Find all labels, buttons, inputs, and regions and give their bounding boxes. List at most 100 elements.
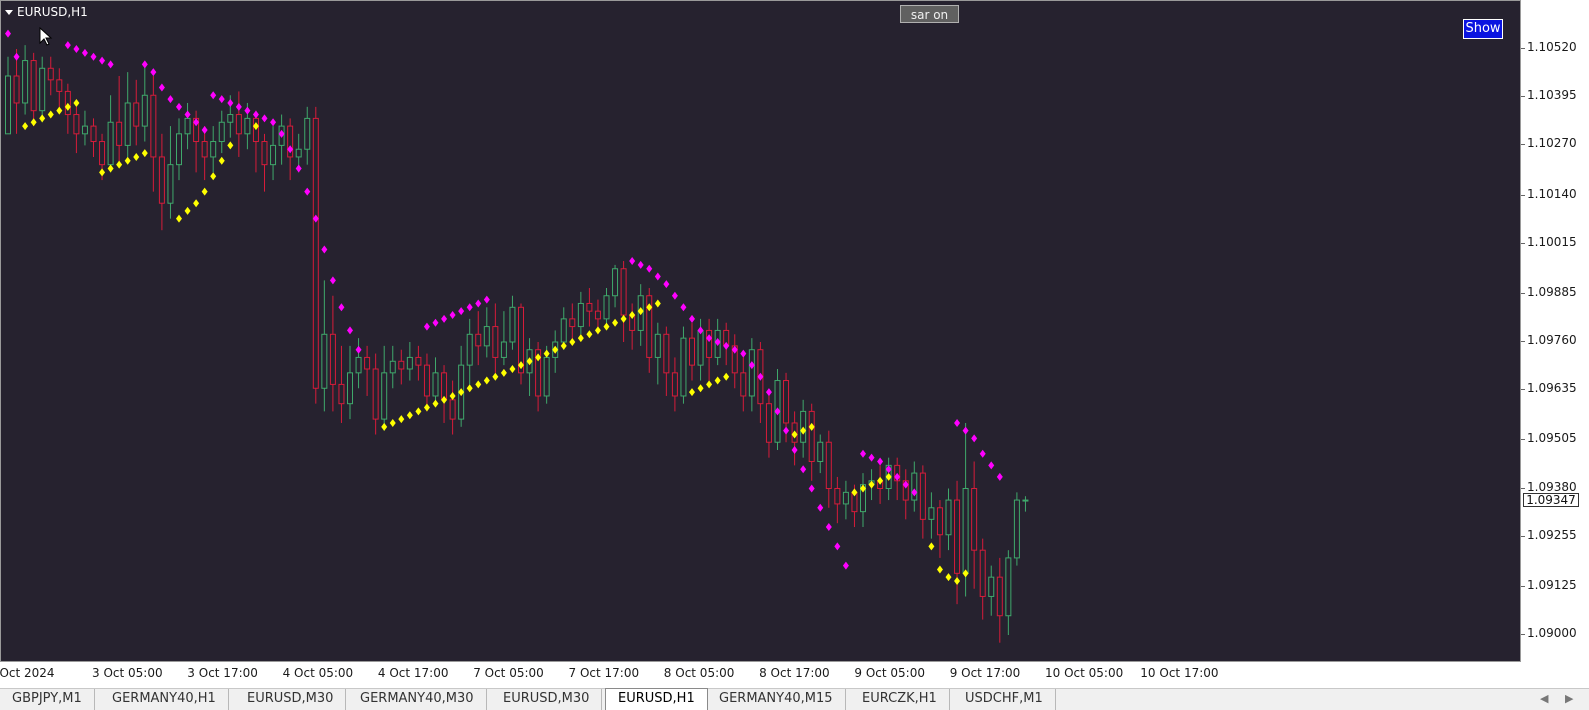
sar-dot-below (184, 206, 191, 215)
candle-body (432, 372, 439, 397)
candle-body (338, 383, 345, 405)
price-label: 1.09125 (1527, 577, 1577, 592)
sar-dot-above (347, 326, 353, 335)
sar-dot-below (116, 160, 123, 169)
candle-body (825, 441, 832, 490)
sar-dot-below (654, 299, 661, 308)
candle-body (355, 356, 362, 374)
chart-tab[interactable]: EURUSD,M30 (235, 689, 347, 710)
chart-tab[interactable]: USDCHF,M1 (953, 689, 1056, 710)
candle-body (347, 372, 353, 405)
price-tick (1521, 292, 1525, 294)
candle-body (167, 164, 174, 204)
sar-dot-above (218, 95, 225, 104)
chart-tab[interactable]: GERMANY40,M30 (348, 689, 487, 710)
sar-toggle-button[interactable]: sar on (900, 5, 959, 23)
candle-body (56, 79, 63, 92)
sar-dot-above (954, 418, 961, 427)
chart-tab[interactable]: EURUSD,H1 (605, 688, 708, 710)
price-tick (1521, 48, 1525, 49)
price-label: 1.09255 (1527, 527, 1577, 542)
sar-dot-above (449, 311, 456, 320)
time-axis[interactable]: 2 Oct 2024 3 Oct 05:00 3 Oct 17:00 4 Oct 05… (0, 662, 1521, 688)
sar-dot-below (415, 407, 422, 416)
scroll-right-icon[interactable]: ▶ (1565, 692, 1573, 705)
sar-dot-below (176, 214, 182, 223)
candle-body (543, 356, 550, 397)
sar-dot-above (441, 314, 448, 323)
sar-dot-below (543, 349, 550, 358)
chart-symbol-title[interactable]: EURUSD,H1 (5, 5, 88, 19)
price-tick (1521, 439, 1525, 441)
sar-dot-above (244, 106, 251, 115)
candle-body (697, 329, 704, 366)
sar-dot-above (834, 542, 841, 551)
sar-dot-below (227, 141, 234, 150)
sar-dot-above (13, 52, 20, 61)
candle-body (133, 102, 140, 127)
candle-body (406, 356, 413, 370)
candle-body (141, 94, 148, 127)
candle-body (30, 60, 37, 112)
price-tick (1521, 535, 1525, 537)
candlestick-chart[interactable] (1, 1, 1520, 661)
sar-dot-above (321, 245, 328, 254)
chart-tab[interactable]: GERMANY40,H1 (100, 689, 229, 710)
sar-dot-below (569, 338, 576, 346)
sar-dot-below (39, 114, 46, 123)
candle-body (201, 141, 208, 158)
price-tick (1521, 389, 1525, 391)
time-label: 10 Oct 05:00 (1045, 666, 1124, 680)
sar-dot-above (842, 561, 849, 570)
candle-body (509, 306, 516, 343)
candle-body (612, 268, 619, 297)
collapse-triangle-icon[interactable] (5, 9, 13, 15)
chart-tab[interactable]: GBPJPY,M1 (0, 689, 95, 710)
candle-body (492, 326, 499, 358)
chart-tab[interactable]: EURUSD,M30 (491, 689, 603, 710)
candle-body (569, 318, 576, 328)
sar-dot-above (629, 257, 636, 266)
candle-body (184, 117, 191, 135)
candle-body (620, 268, 627, 316)
price-tick (1521, 634, 1525, 635)
sar-dot-above (5, 29, 11, 38)
chart-tab[interactable]: GERMANY40,M15 (707, 689, 846, 710)
sar-dot-above (329, 276, 336, 285)
price-axis[interactable]: 1.10520 1.10395 1.10270 1.10140 1.10015 1.098… (1521, 0, 1589, 662)
candle-body (244, 117, 251, 135)
sar-dot-below (73, 98, 80, 107)
price-label: 1.09505 (1527, 431, 1577, 446)
sar-dot-above (637, 260, 644, 269)
price-tick (1521, 341, 1525, 342)
candle-body (158, 156, 165, 204)
sar-dot-below (612, 318, 619, 327)
time-label: 4 Oct 17:00 (377, 666, 449, 680)
sar-dot-above (210, 91, 217, 100)
sar-dot-below (492, 372, 499, 381)
candle-body (295, 148, 302, 158)
sar-dot-above (90, 52, 97, 61)
price-label: 1.09000 (1527, 626, 1577, 640)
sar-dot-above (475, 299, 482, 308)
time-label: 3 Oct 17:00 (187, 666, 258, 680)
chart-window[interactable]: EURUSD,H1 sar on Show (0, 0, 1521, 662)
sar-dot-below (406, 411, 413, 420)
candle-body (928, 507, 935, 520)
chart-tab[interactable]: EURCZK,H1 (850, 689, 950, 710)
sar-dot-above (868, 453, 875, 462)
sar-dot-below (509, 364, 516, 373)
sar-dot-above (64, 41, 71, 50)
candle-body (73, 114, 80, 135)
sar-dot-above (877, 457, 884, 466)
candle-body (218, 121, 225, 143)
candle-body (107, 121, 114, 166)
time-label: 8 Oct 17:00 (759, 666, 830, 680)
candle-body (996, 576, 1003, 617)
show-button[interactable]: Show (1463, 19, 1503, 39)
sar-dot-below (124, 156, 131, 165)
scroll-left-icon[interactable]: ◀ (1540, 692, 1548, 705)
sar-dot-below (210, 172, 217, 181)
candle-body (1013, 499, 1020, 559)
candle-body (423, 364, 430, 397)
